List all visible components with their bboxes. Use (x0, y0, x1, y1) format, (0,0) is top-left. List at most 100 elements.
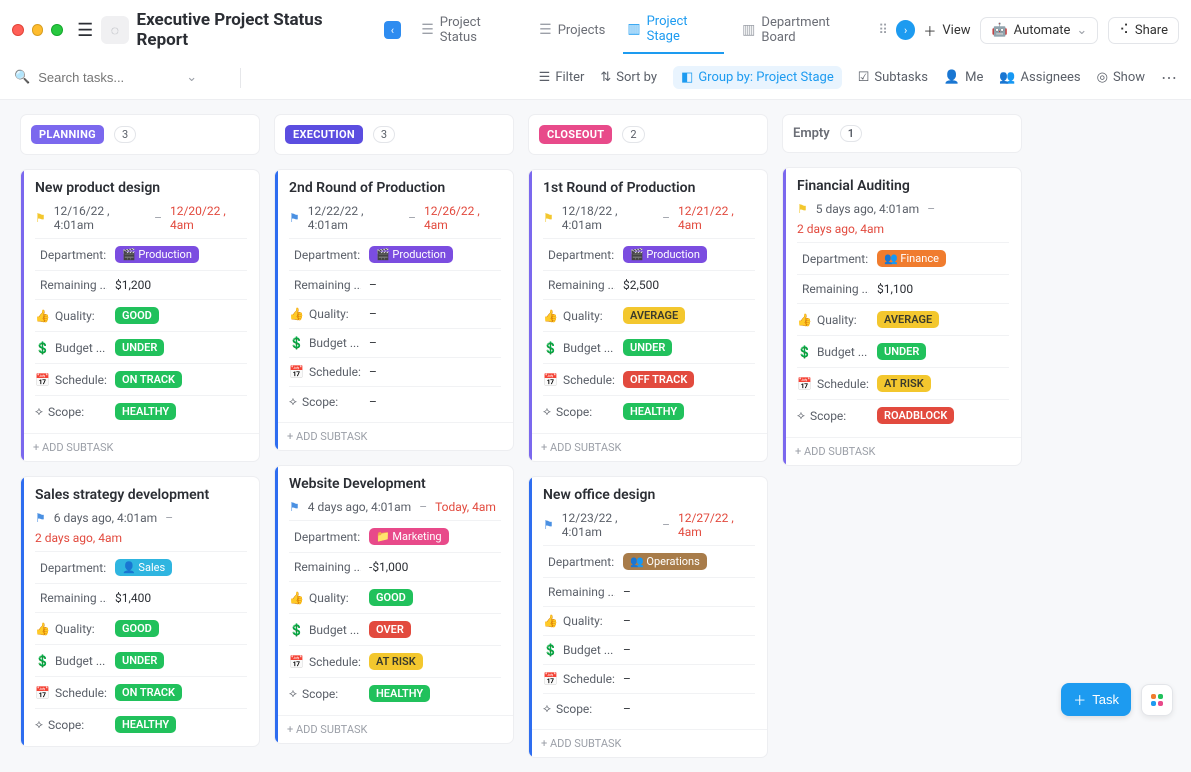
field-value: AT RISK (369, 653, 423, 670)
add-view-button[interactable]: ＋ View (923, 21, 970, 40)
sort-button[interactable]: ⇅ Sort by (600, 70, 657, 85)
apps-button[interactable] (1141, 684, 1173, 716)
list-icon: ☰ (421, 22, 434, 38)
field-value: HEALTHY (623, 403, 684, 420)
automate-button[interactable]: 🤖 Automate ⌄ (980, 17, 1098, 44)
field-value: GOOD (115, 620, 159, 637)
column-count: 3 (373, 126, 395, 143)
task-card[interactable]: New product design⚑12/16/22 , 4:01am–12/… (20, 169, 260, 462)
me-button[interactable]: 👤 Me (944, 70, 983, 85)
show-button[interactable]: ◎ Show (1097, 70, 1145, 85)
add-subtask-button[interactable]: + ADD SUBTASK (529, 433, 767, 461)
task-card[interactable]: Sales strategy development⚑6 days ago, 4… (20, 476, 260, 747)
field-row: 📅Schedule:OFF TRACK (543, 363, 755, 395)
field-value: – (623, 614, 631, 628)
tab-project-status[interactable]: ☰Project Status (417, 9, 521, 51)
start-date: 4 days ago, 4:01am (308, 500, 411, 514)
status-pill: GOOD (115, 307, 159, 324)
tab-project-stage[interactable]: ▥Project Stage (623, 8, 724, 54)
field-row: Remaining ...$2,500 (543, 270, 755, 299)
task-card[interactable]: Website Development⚑4 days ago, 4:01am–T… (274, 465, 514, 744)
filter-button[interactable]: ☰ Filter (539, 70, 585, 85)
tab-department-board[interactable]: ▥Department Board (738, 9, 866, 51)
field-row: ⟡Scope:HEALTHY (35, 708, 247, 740)
status-pill: OFF TRACK (623, 371, 694, 388)
status-pill: UNDER (623, 339, 672, 356)
field-icon: 📅 (35, 373, 50, 387)
start-date: 12/23/22 , 4:01am (562, 511, 654, 539)
column-label: Empty (793, 126, 830, 141)
task-card[interactable]: Financial Auditing⚑5 days ago, 4:01am–2 … (782, 167, 1022, 466)
field-label: 💲Budget ... (289, 336, 361, 350)
new-task-button[interactable]: ＋ Task (1061, 683, 1131, 716)
add-subtask-button[interactable]: + ADD SUBTASK (275, 422, 513, 450)
stripe (21, 477, 24, 746)
window-minimize-icon[interactable] (32, 24, 44, 36)
field-icon: ⟡ (543, 701, 551, 716)
stripe (529, 170, 532, 461)
end-date: 2 days ago, 4am (797, 222, 1009, 236)
field-icon: 💲 (543, 643, 558, 657)
column-label: CLOSEOUT (539, 125, 612, 144)
add-subtask-button[interactable]: + ADD SUBTASK (783, 437, 1021, 465)
assignees-button[interactable]: 👥 Assignees (999, 70, 1080, 85)
column-header[interactable]: PLANNING3 (20, 114, 260, 155)
field-icon: 💲 (797, 345, 812, 359)
group-by-chip[interactable]: ◧ Group by: Project Stage (673, 66, 842, 89)
task-card[interactable]: 1st Round of Production⚑12/18/22 , 4:01a… (528, 169, 768, 462)
field-row: Department:📁 Marketing (289, 520, 501, 552)
more-icon[interactable]: ⋯ (1161, 68, 1177, 87)
tabs-overflow-icon[interactable]: ⠿ (878, 23, 888, 38)
share-button[interactable]: ⠪ Share (1108, 17, 1179, 44)
field-icon: 📅 (543, 373, 558, 387)
field-label: 💲Budget ... (543, 341, 615, 355)
window-maximize-icon[interactable] (51, 24, 63, 36)
department-chip: 👥 Finance (877, 250, 946, 267)
back-chip-icon[interactable]: ‹ (384, 21, 402, 39)
search-input[interactable] (38, 70, 178, 85)
tab-label: Department Board (761, 15, 862, 45)
field-value: HEALTHY (115, 403, 176, 420)
field-icon: ⟡ (289, 686, 297, 701)
field-value: HEALTHY (369, 685, 430, 702)
group-icon: ◧ (681, 70, 693, 85)
field-label: ⟡Scope: (543, 701, 615, 716)
column-header[interactable]: CLOSEOUT2 (528, 114, 768, 155)
dates-row: ⚑12/22/22 , 4:01am–12/26/22 , 4am (289, 204, 501, 232)
add-subtask-button[interactable]: + ADD SUBTASK (529, 729, 767, 757)
search-chevron-icon[interactable]: ⌄ (186, 70, 197, 85)
column-header[interactable]: Empty 1 (782, 114, 1022, 153)
field-label: ⟡Scope: (289, 394, 361, 409)
dates-row: ⚑12/18/22 , 4:01am–12/21/22 , 4am (543, 204, 755, 232)
scroll-tabs-right-icon[interactable]: › (896, 20, 915, 40)
task-card[interactable]: New office design⚑12/23/22 , 4:01am–12/2… (528, 476, 768, 758)
card-title: Website Development (289, 476, 501, 492)
column-header[interactable]: EXECUTION3 (274, 114, 514, 155)
field-value: 👤 Sales (115, 559, 172, 576)
status-pill: UNDER (115, 339, 164, 356)
field-label: 👍Quality: (35, 309, 107, 323)
card-title: Sales strategy development (35, 487, 247, 503)
status-pill: HEALTHY (369, 685, 430, 702)
start-date: 6 days ago, 4:01am (54, 511, 157, 525)
field-row: Remaining ...$1,200 (35, 270, 247, 299)
stripe (275, 170, 278, 450)
field-icon: 💲 (289, 336, 304, 350)
field-row: ⟡Scope:ROADBLOCK (797, 399, 1009, 431)
subtasks-button[interactable]: ☑ Subtasks (858, 70, 928, 85)
field-label: Remaining ... (797, 282, 869, 296)
end-date: 12/26/22 , 4am (424, 204, 501, 232)
field-label: Department: (543, 248, 615, 262)
column-count: 1 (840, 125, 862, 142)
add-subtask-button[interactable]: + ADD SUBTASK (21, 433, 259, 461)
field-value: $1,400 (115, 591, 151, 605)
window-close-icon[interactable] (12, 24, 24, 36)
tab-projects[interactable]: ☰Projects (535, 16, 609, 44)
column-planning: PLANNING3 New product design⚑12/16/22 , 4… (20, 114, 260, 747)
field-row: Remaining ...-$1,000 (289, 552, 501, 581)
field-label: 💲Budget ... (35, 654, 107, 668)
menu-icon[interactable]: ☰ (77, 20, 93, 41)
task-card[interactable]: 2nd Round of Production⚑12/22/22 , 4:01a… (274, 169, 514, 451)
field-value: -$1,000 (369, 560, 408, 574)
add-subtask-button[interactable]: + ADD SUBTASK (275, 715, 513, 743)
